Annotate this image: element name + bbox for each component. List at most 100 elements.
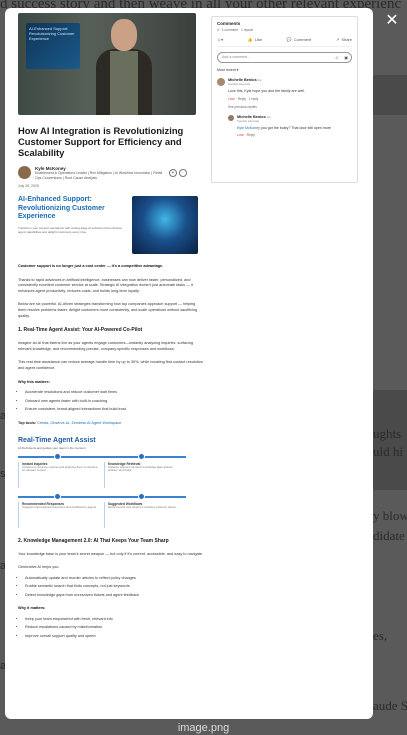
banner-title: AI-Enhanced Support: Revolutionizing Cus…	[18, 196, 105, 220]
paragraph: This real-time assistance can reduce ave…	[18, 360, 203, 370]
reply-text: you got the busty? That door still open …	[259, 125, 332, 130]
reply-item: Michelle Benios 1w Spanish advocate Kyle…	[228, 114, 352, 138]
list-item: Automatically update and reorder article…	[25, 576, 204, 582]
list-item: Improve overall support quality and spee…	[25, 634, 204, 640]
comment-actions: Love · Reply	[237, 133, 255, 138]
reply-button[interactable]: Reply	[238, 97, 246, 101]
comment-body: Michelle Benios 1w Spanish advocate Love…	[228, 78, 352, 101]
timeline-dot	[138, 452, 145, 460]
section-heading: 2. Knowledge Management 2.0: AI That Kee…	[18, 537, 169, 544]
sort-dropdown[interactable]: Most recent ▾	[217, 68, 352, 72]
paragraph: Why this matters:	[18, 380, 204, 386]
share-icon: ↗	[335, 37, 340, 42]
timeline-dot	[54, 492, 61, 500]
comment-placeholder: Add a comment…	[222, 55, 251, 59]
follow-icon[interactable]: +	[169, 169, 177, 177]
author-description: Enablement & Operations Leader | Rev Mit…	[35, 171, 163, 180]
top-tools: Top tools: Cresta, Observe.AI, Zendesk A…	[18, 421, 204, 425]
mention-link[interactable]: Kyle McKoney	[237, 126, 260, 130]
comment-button[interactable]: 💬 Comment	[287, 37, 311, 42]
share-button[interactable]: ↗ Share	[336, 37, 352, 42]
more-icon[interactable]: ·	[179, 169, 187, 177]
timeline-line	[18, 495, 186, 498]
commenter-name-text: Michelle Benios	[237, 114, 266, 119]
background-fragment: uld hi	[373, 444, 403, 459]
timeline-card-text: Suggests brand-aligned responses and wor…	[22, 504, 97, 509]
hero-image: AI-Enhanced Support: Revolutionizing Cus…	[18, 13, 196, 115]
reactions-summary[interactable]: 4 · 1 comment · 1 repost	[217, 28, 352, 32]
article-column: AI-Enhanced Support: Revolutionizing Cus…	[18, 13, 204, 639]
hero-card: AI-Enhanced Support: Revolutionizing Cus…	[26, 23, 80, 69]
reply-button[interactable]: Reply	[247, 133, 255, 137]
article-banner: AI-Enhanced Support: Revolutionizing Cus…	[18, 196, 204, 256]
like-button[interactable]: 👍 Like	[248, 37, 262, 42]
commenter-headline: Spanish advocate	[228, 82, 251, 86]
comment-time: 1w	[257, 78, 262, 82]
emoji-icon[interactable]: ☺	[335, 55, 339, 60]
avatar[interactable]	[228, 114, 234, 121]
social-actions: ☺▾ 👍 Like 💬 Comment ↗ Share	[217, 37, 352, 47]
banner-text: AI-Enhanced Support: Revolutionizing Cus…	[18, 196, 130, 256]
like-icon: 👍	[247, 37, 253, 42]
image-filename-label: image.png	[177, 722, 230, 734]
background-fragment: y blow	[373, 508, 407, 523]
love-reaction[interactable]: Love	[237, 133, 244, 137]
list-item: Reduce escalations caused by misinformat…	[25, 625, 204, 631]
bullet-list: Keep your team empowered with fresh, rel…	[18, 617, 204, 640]
timeline-row: Instant Inquiries AI listens to customer …	[18, 452, 186, 490]
author-avatar[interactable]	[18, 166, 31, 179]
comment-time: 1w	[266, 114, 271, 119]
bullet-list: Accelerate resolutions and reduce custom…	[18, 390, 204, 413]
paragraph-text: Customer support is no longer just a cos…	[18, 264, 164, 268]
timeline-card-text: Surfaces relevant company knowledge base…	[108, 464, 174, 473]
paragraph: Why it matters:	[18, 606, 204, 612]
list-item: Accelerate resolutions and reduce custom…	[25, 390, 204, 396]
paragraph: Customer support is no longer just a cos…	[18, 264, 204, 270]
bullet-list: Automatically update and reorder article…	[18, 576, 204, 599]
list-item: Detect knowledge gaps from unresolved ti…	[25, 593, 204, 599]
timeline-dot	[138, 492, 145, 500]
banner-subtitle: Transform your support operations with c…	[18, 225, 122, 234]
background-fragment: es,	[373, 628, 388, 643]
follow-controls: + ·	[169, 169, 187, 177]
article-modal: AI-Enhanced Support: Revolutionizing Cus…	[5, 8, 373, 719]
author-row: Kyle McKoney Enablement & Operations Lea…	[18, 166, 204, 180]
share-label: Share	[341, 37, 352, 42]
paragraph: Below are six powerful, AI-driven strate…	[18, 302, 198, 318]
timeline-graphic: Real-Time Agent Assist AI that listens a…	[18, 437, 186, 530]
background-fragment: didate	[373, 528, 405, 543]
top-tools-label: Top tools:	[18, 420, 37, 425]
avatar[interactable]	[217, 78, 225, 86]
comment-body: Michelle Benios 1w Spanish advocate Kyle…	[237, 115, 352, 138]
comment-actions: Love · Reply · 1 reply	[228, 96, 259, 101]
previous-replies-link[interactable]: See previous replies	[228, 105, 352, 109]
reply-count[interactable]: 1 reply	[249, 97, 259, 101]
reaction-icon[interactable]: ☺▾	[217, 37, 223, 42]
comment-input[interactable]: Add a comment… ☺ ▣	[217, 52, 352, 63]
close-icon[interactable]: ✕	[384, 13, 400, 29]
background-fragment: aude S	[373, 698, 407, 713]
comment-text: Love this, Kyle hope you and the family …	[228, 89, 305, 93]
timeline-card: Suggested Workflows Recommends next steps…	[104, 501, 184, 528]
image-icon[interactable]: ▣	[344, 55, 348, 60]
background-fragment: ughts	[373, 426, 402, 441]
why-label: Why this matters:	[18, 379, 50, 384]
paragraph: Generative AI helps you:	[18, 565, 60, 570]
love-reaction[interactable]: Love	[228, 97, 235, 101]
paragraph: Imagine an AI that listens live as your …	[18, 341, 193, 351]
timeline-line	[18, 455, 186, 458]
list-item: Ensure consistent, brand-aligned interac…	[25, 407, 204, 413]
timeline-card-text: AI listens to customer queries and analy…	[22, 464, 98, 473]
timeline-card: Instant Inquiries AI listens to customer …	[18, 461, 98, 488]
timeline-subtitle: AI that listens and guides your team in …	[18, 445, 86, 450]
comment-item: Michelle Benios 1w Spanish advocate Love…	[217, 78, 352, 101]
comment-text: Kyle McKoney you got the busty? That doo…	[237, 126, 352, 131]
paragraph: Thanks to rapid advances in artificial i…	[18, 277, 193, 293]
top-tools-links[interactable]: Cresta, Observe.AI, Zendesk AI Agent Wor…	[37, 421, 121, 425]
list-item: Keep your team empowered with fresh, rel…	[25, 617, 204, 623]
banner-image	[132, 196, 198, 254]
timeline-row: Recommended Responses Suggests brand-alig…	[18, 492, 186, 530]
hero-card-text: AI-Enhanced Support: Revolutionizing Cus…	[29, 26, 75, 41]
timeline-card: Recommended Responses Suggests brand-alig…	[18, 501, 98, 528]
comment-label: Comment	[293, 37, 312, 42]
